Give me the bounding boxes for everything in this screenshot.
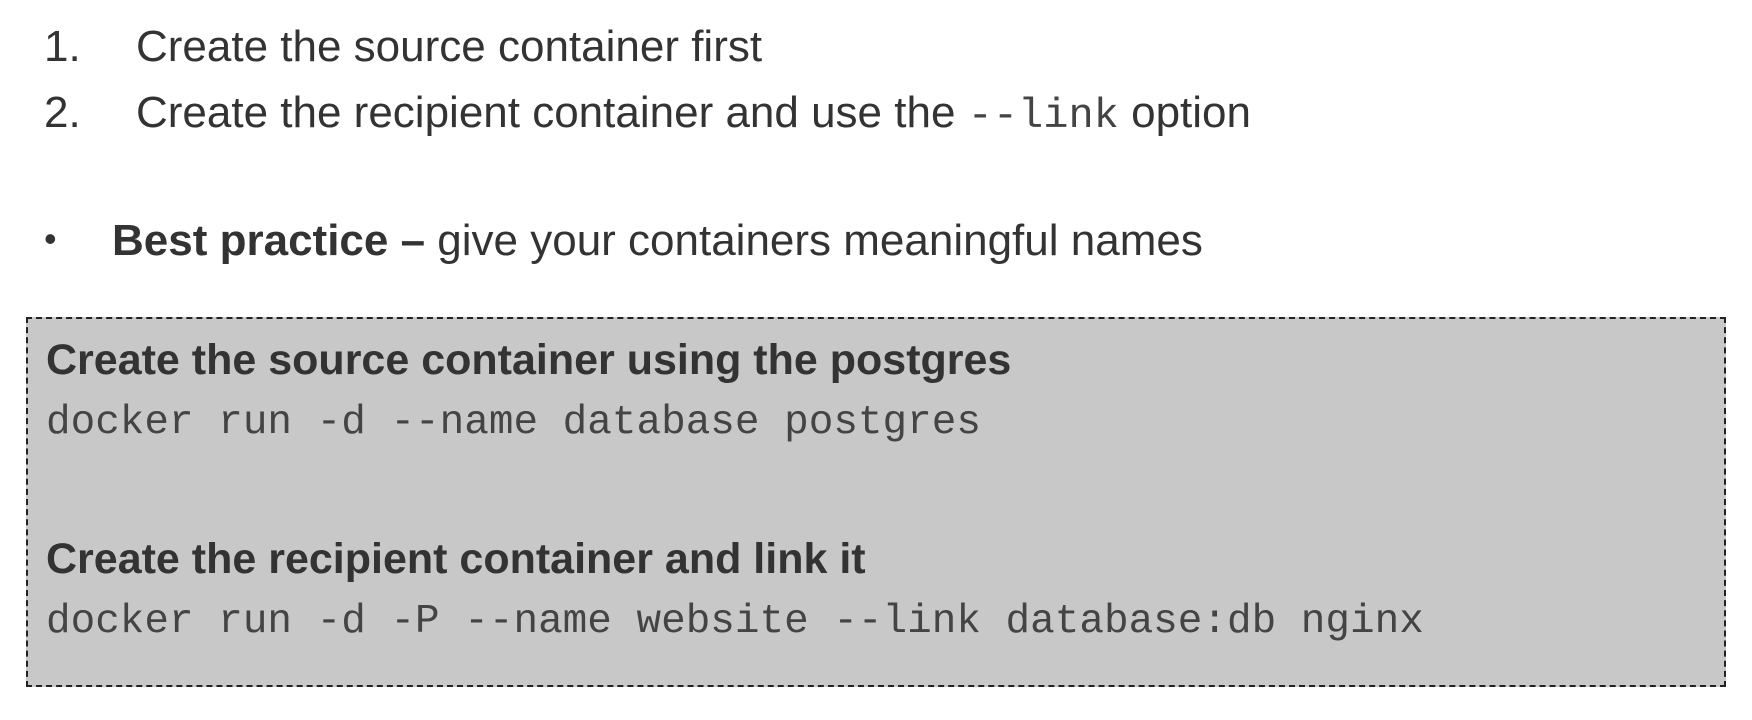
steps-list: 1. Create the source container first 2. … [44,14,1251,149]
best-practice-text: give your containers meaningful names [425,216,1203,265]
step-number: 2. [44,88,81,137]
link-option-code: --link [967,92,1119,140]
best-practice-bullet: • Best practice – give your containers m… [44,208,1203,276]
code-spacer [46,455,1724,528]
step-number: 1. [44,22,81,71]
step-text-end: option [1118,88,1251,137]
bullet-dot-icon: • [44,218,57,259]
step-text: Create the recipient container and use t… [136,88,968,137]
code-heading-source: Create the source container using the po… [46,336,1012,384]
step-item: 2. Create the recipient container and us… [44,80,1251,149]
code-command-source: docker run -d --name database postgres [46,400,981,446]
step-text: Create the source container first [136,22,763,71]
code-command-recipient: docker run -d -P --name website --link d… [46,599,1424,645]
code-heading-recipient: Create the recipient container and link … [46,535,866,583]
step-item: 1. Create the source container first [44,14,1251,80]
code-example-box: Create the source container using the po… [26,317,1726,687]
best-practice-label: Best practice – [112,216,426,265]
